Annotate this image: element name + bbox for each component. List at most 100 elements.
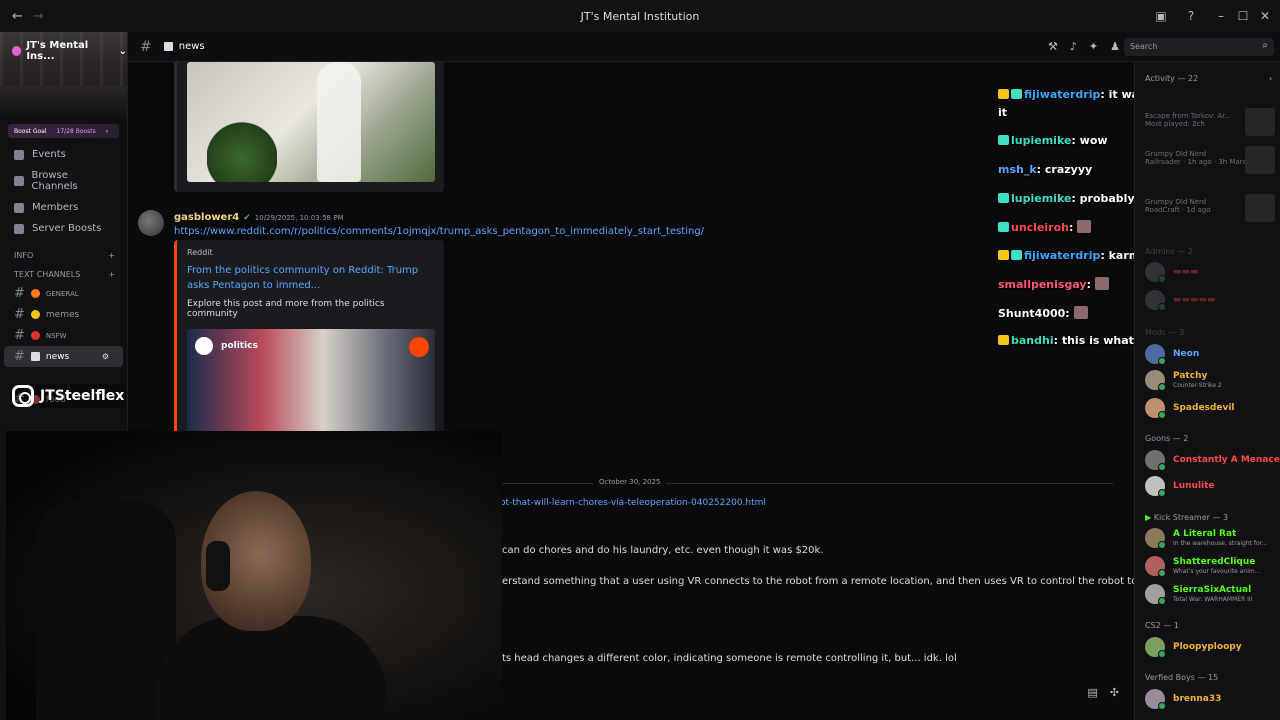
activity-card[interactable]: Grumpy Old Nerd Railroader · 1h ago · 3h … (1145, 146, 1275, 174)
members-list-icon[interactable]: ♟ (1110, 40, 1120, 53)
stream-chat-user: fijiwaterdrip (1024, 88, 1101, 101)
category-label: INFO (14, 251, 34, 260)
stream-chat-line: Shunt4000: (998, 306, 1088, 320)
gem-badge-icon (1011, 89, 1022, 99)
member-status: Total War: WARHAMMER III (1173, 596, 1253, 603)
activity-header[interactable]: Activity — 22 › (1145, 74, 1272, 83)
member-mod[interactable]: Spadesdevil (1145, 398, 1235, 419)
stream-chat-user: Shunt4000 (998, 307, 1066, 320)
channel-label: GENERAL (45, 289, 79, 298)
help-icon[interactable]: ? (1180, 9, 1202, 23)
avatar (1145, 476, 1166, 497)
channel-settings-icon[interactable]: ⚙ (102, 352, 109, 361)
menu-browse-channels[interactable]: Browse Channels (0, 165, 127, 197)
threads-icon[interactable]: ⚒ (1048, 40, 1058, 53)
members-icon (14, 202, 24, 213)
menu-label: Events (32, 149, 66, 160)
bell-icon[interactable]: ♪ (1070, 40, 1077, 53)
activity-card[interactable]: Escape from Tarkov: Ar... Most played: 2c… (1145, 108, 1275, 136)
emote-icon (1094, 277, 1109, 290)
emote-icon (1077, 220, 1092, 233)
message-text: can do chores and do his laundry, etc. e… (502, 545, 824, 556)
stream-chat-user: uncleiroh (1011, 221, 1069, 234)
inbox-icon[interactable]: ▣ (1150, 9, 1172, 23)
hash-icon: # (140, 38, 152, 55)
message-link[interactable]: ot-that-will-learn-chores-via-teleoperat… (500, 498, 766, 508)
chevron-right-icon[interactable]: › (1269, 74, 1272, 83)
member-mod[interactable]: Neon (1145, 344, 1199, 365)
server-name-menu[interactable]: JT's Mental Ins... ⌄ (12, 40, 127, 62)
hash-icon: # (14, 286, 25, 301)
gem-badge-icon (998, 135, 1009, 145)
avatar (1145, 398, 1166, 419)
menu-events[interactable]: Events (0, 144, 127, 165)
role-header-goons: Goons — 2 (1145, 434, 1189, 443)
crown-badge-icon (998, 89, 1009, 99)
pin-icon[interactable]: ✦ (1089, 40, 1098, 53)
date-divider-label: October 30, 2025 (593, 478, 667, 486)
apps-icon[interactable]: ✣ (1110, 686, 1119, 699)
message-link[interactable]: https://www.reddit.com/r/politics/commen… (174, 226, 704, 237)
stream-chat-line: smallpenisgay: (998, 277, 1109, 291)
back-arrow-icon[interactable]: ← (12, 9, 23, 24)
member-list: Activity — 22 › Escape from Tarkov: Ar..… (1134, 62, 1280, 720)
activity-header-label: Activity — 22 (1145, 74, 1199, 83)
member-goon[interactable]: Lunulite (1145, 476, 1215, 497)
activity-card[interactable]: Grumpy Old Nerd RoadCraft · 1d ago (1145, 194, 1275, 222)
channel-nsfw[interactable]: # NSFW (0, 325, 127, 346)
member-goon[interactable]: Constantly A Menace ... (1145, 450, 1280, 471)
embed-title[interactable]: From the politics community on Reddit: T… (187, 263, 434, 293)
webcam-overlay (6, 431, 502, 720)
instagram-handle: JTSteelflex (40, 388, 125, 404)
member-verified[interactable]: brenna33 (1145, 689, 1222, 710)
instagram-overlay: JTSteelflex (10, 384, 127, 408)
embed-title-line: From the politics community on Reddit: T… (187, 265, 419, 276)
close-icon[interactable]: ✕ (1254, 9, 1276, 23)
member-cs2[interactable]: Ploopyploopy (1145, 637, 1242, 658)
member-admin[interactable]: ▬▬▬ (1145, 262, 1199, 283)
fire-icon (30, 289, 40, 298)
member-admin[interactable]: ▬▬▬▬▬ (1145, 290, 1216, 311)
avatar (1145, 370, 1166, 391)
boost-goal-bar[interactable]: Boost Goal 17/28 Boosts › (8, 124, 119, 138)
avatar (1145, 290, 1166, 311)
member-kick[interactable]: ShatteredClique What's your favourite ani… (1145, 556, 1260, 577)
server-name: JT's Mental Ins... (26, 40, 89, 62)
stream-chat-user: smallpenisgay (998, 278, 1087, 291)
embed-image[interactable]: politics (187, 329, 435, 437)
maximize-icon[interactable]: ☐ (1232, 9, 1254, 23)
channel-memes[interactable]: # memes (0, 304, 127, 325)
embed-provider: Reddit (187, 248, 213, 257)
stream-chat-user: lupiemike (1011, 134, 1072, 147)
channel-label: memes (45, 309, 80, 320)
forward-arrow-icon[interactable]: → (33, 9, 44, 24)
activity-thumbnail (1245, 194, 1275, 222)
menu-server-boosts[interactable]: Server Boosts (0, 218, 127, 239)
category-info[interactable]: INFO + (0, 239, 127, 264)
member-name: Spadesdevil (1173, 403, 1235, 413)
category-text-channels[interactable]: TEXT CHANNELS + (0, 264, 127, 283)
minimize-icon[interactable]: – (1210, 9, 1232, 23)
plus-icon[interactable]: + (108, 251, 115, 260)
boost-icon (14, 223, 24, 234)
search-input[interactable]: Search ⌕ (1124, 38, 1274, 56)
member-name: brenna33 (1173, 694, 1222, 704)
avatar (1145, 556, 1166, 577)
message-author[interactable]: gasblower4 (174, 212, 239, 223)
menu-members[interactable]: Members (0, 197, 127, 218)
gift-icon[interactable]: ▤ (1087, 686, 1097, 699)
channel-label: NSFW (45, 331, 67, 340)
gem-badge-icon (998, 222, 1009, 232)
embed-image[interactable] (187, 62, 435, 182)
plus-icon[interactable]: + (108, 270, 115, 279)
member-mod[interactable]: Patchy Counter-Strike 2 (1145, 370, 1222, 391)
channel-news[interactable]: # news ⚙ (4, 346, 123, 367)
member-kick[interactable]: SierraSixActual Total War: WARHAMMER III (1145, 584, 1253, 605)
avatar[interactable] (138, 210, 164, 236)
stream-chat-user: fijiwaterdrip (1024, 249, 1101, 262)
avatar (1145, 528, 1166, 549)
channel-general[interactable]: # GENERAL (0, 283, 127, 304)
avatar (1145, 450, 1166, 471)
member-kick[interactable]: A Literal Rat In the warehouse, straight … (1145, 528, 1267, 549)
embed-description: Explore this post and more from the poli… (187, 299, 385, 319)
